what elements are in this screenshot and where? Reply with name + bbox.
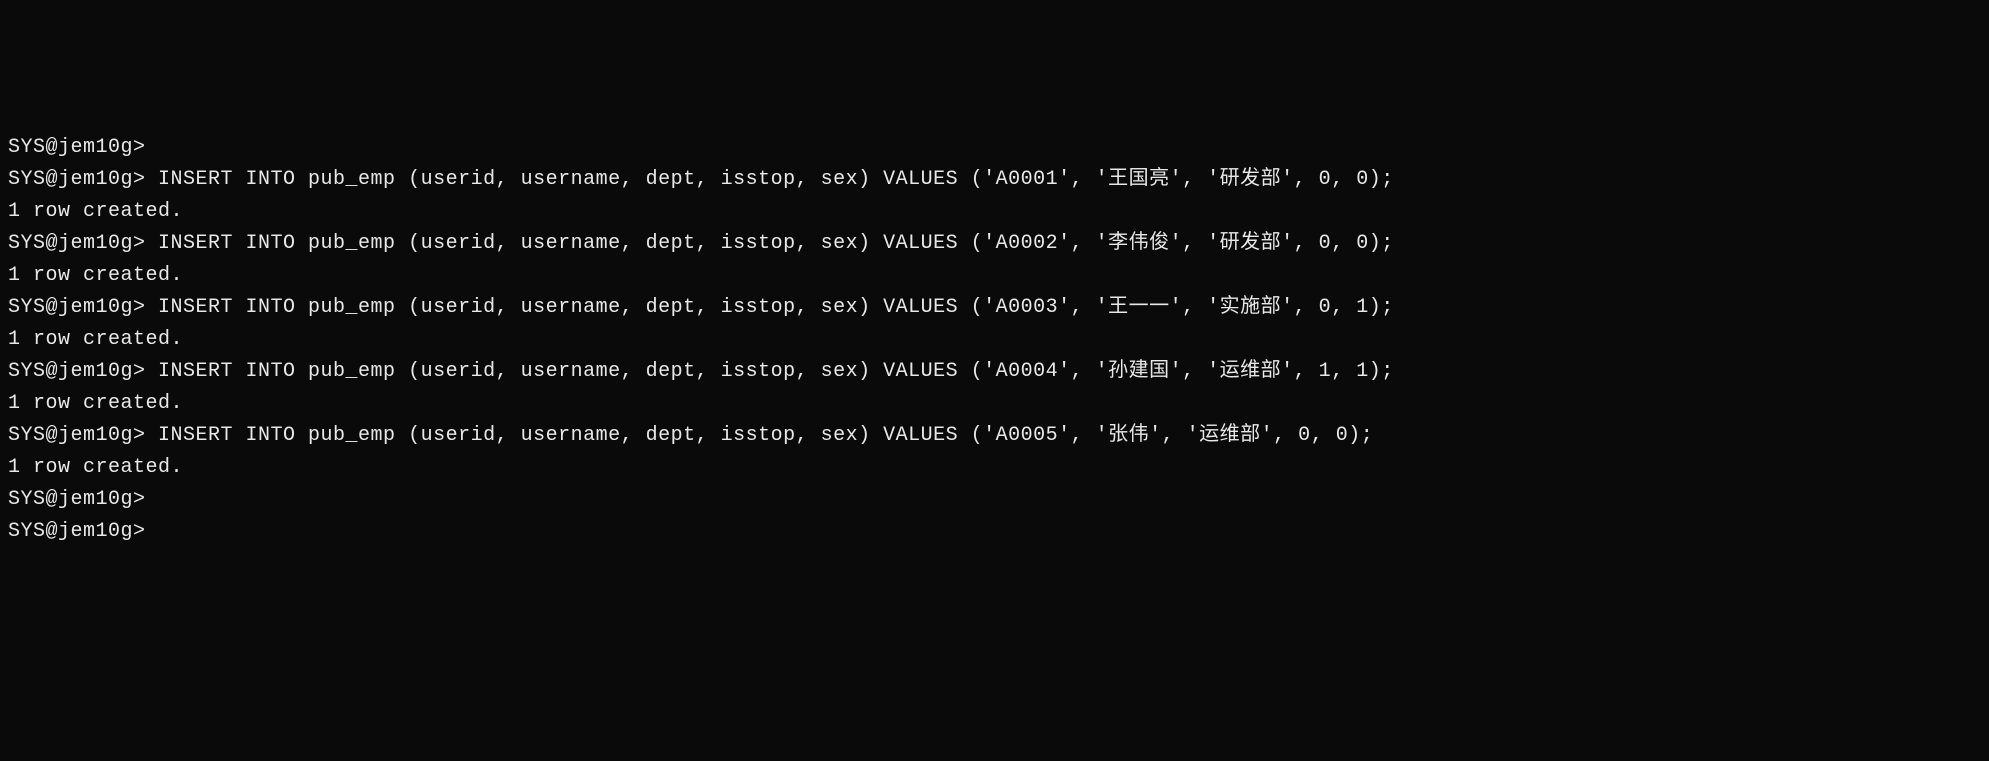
terminal-result-line: 1 row created. (8, 324, 1981, 356)
terminal-command-line: SYS@jem10g> INSERT INTO pub_emp (userid,… (8, 164, 1981, 196)
terminal-result-line: 1 row created. (8, 452, 1981, 484)
terminal-result-line: 1 row created. (8, 260, 1981, 292)
terminal-command-line: SYS@jem10g> INSERT INTO pub_emp (userid,… (8, 356, 1981, 388)
terminal-output[interactable]: SYS@jem10g>SYS@jem10g> INSERT INTO pub_e… (8, 132, 1981, 548)
terminal-prompt-line: SYS@jem10g> (8, 516, 1981, 548)
terminal-command-line: SYS@jem10g> INSERT INTO pub_emp (userid,… (8, 228, 1981, 260)
terminal-result-line: 1 row created. (8, 196, 1981, 228)
terminal-prompt-line: SYS@jem10g> (8, 484, 1981, 516)
terminal-result-line: 1 row created. (8, 388, 1981, 420)
terminal-command-line: SYS@jem10g> INSERT INTO pub_emp (userid,… (8, 292, 1981, 324)
terminal-command-line: SYS@jem10g> INSERT INTO pub_emp (userid,… (8, 420, 1981, 452)
terminal-prompt-line: SYS@jem10g> (8, 132, 1981, 164)
